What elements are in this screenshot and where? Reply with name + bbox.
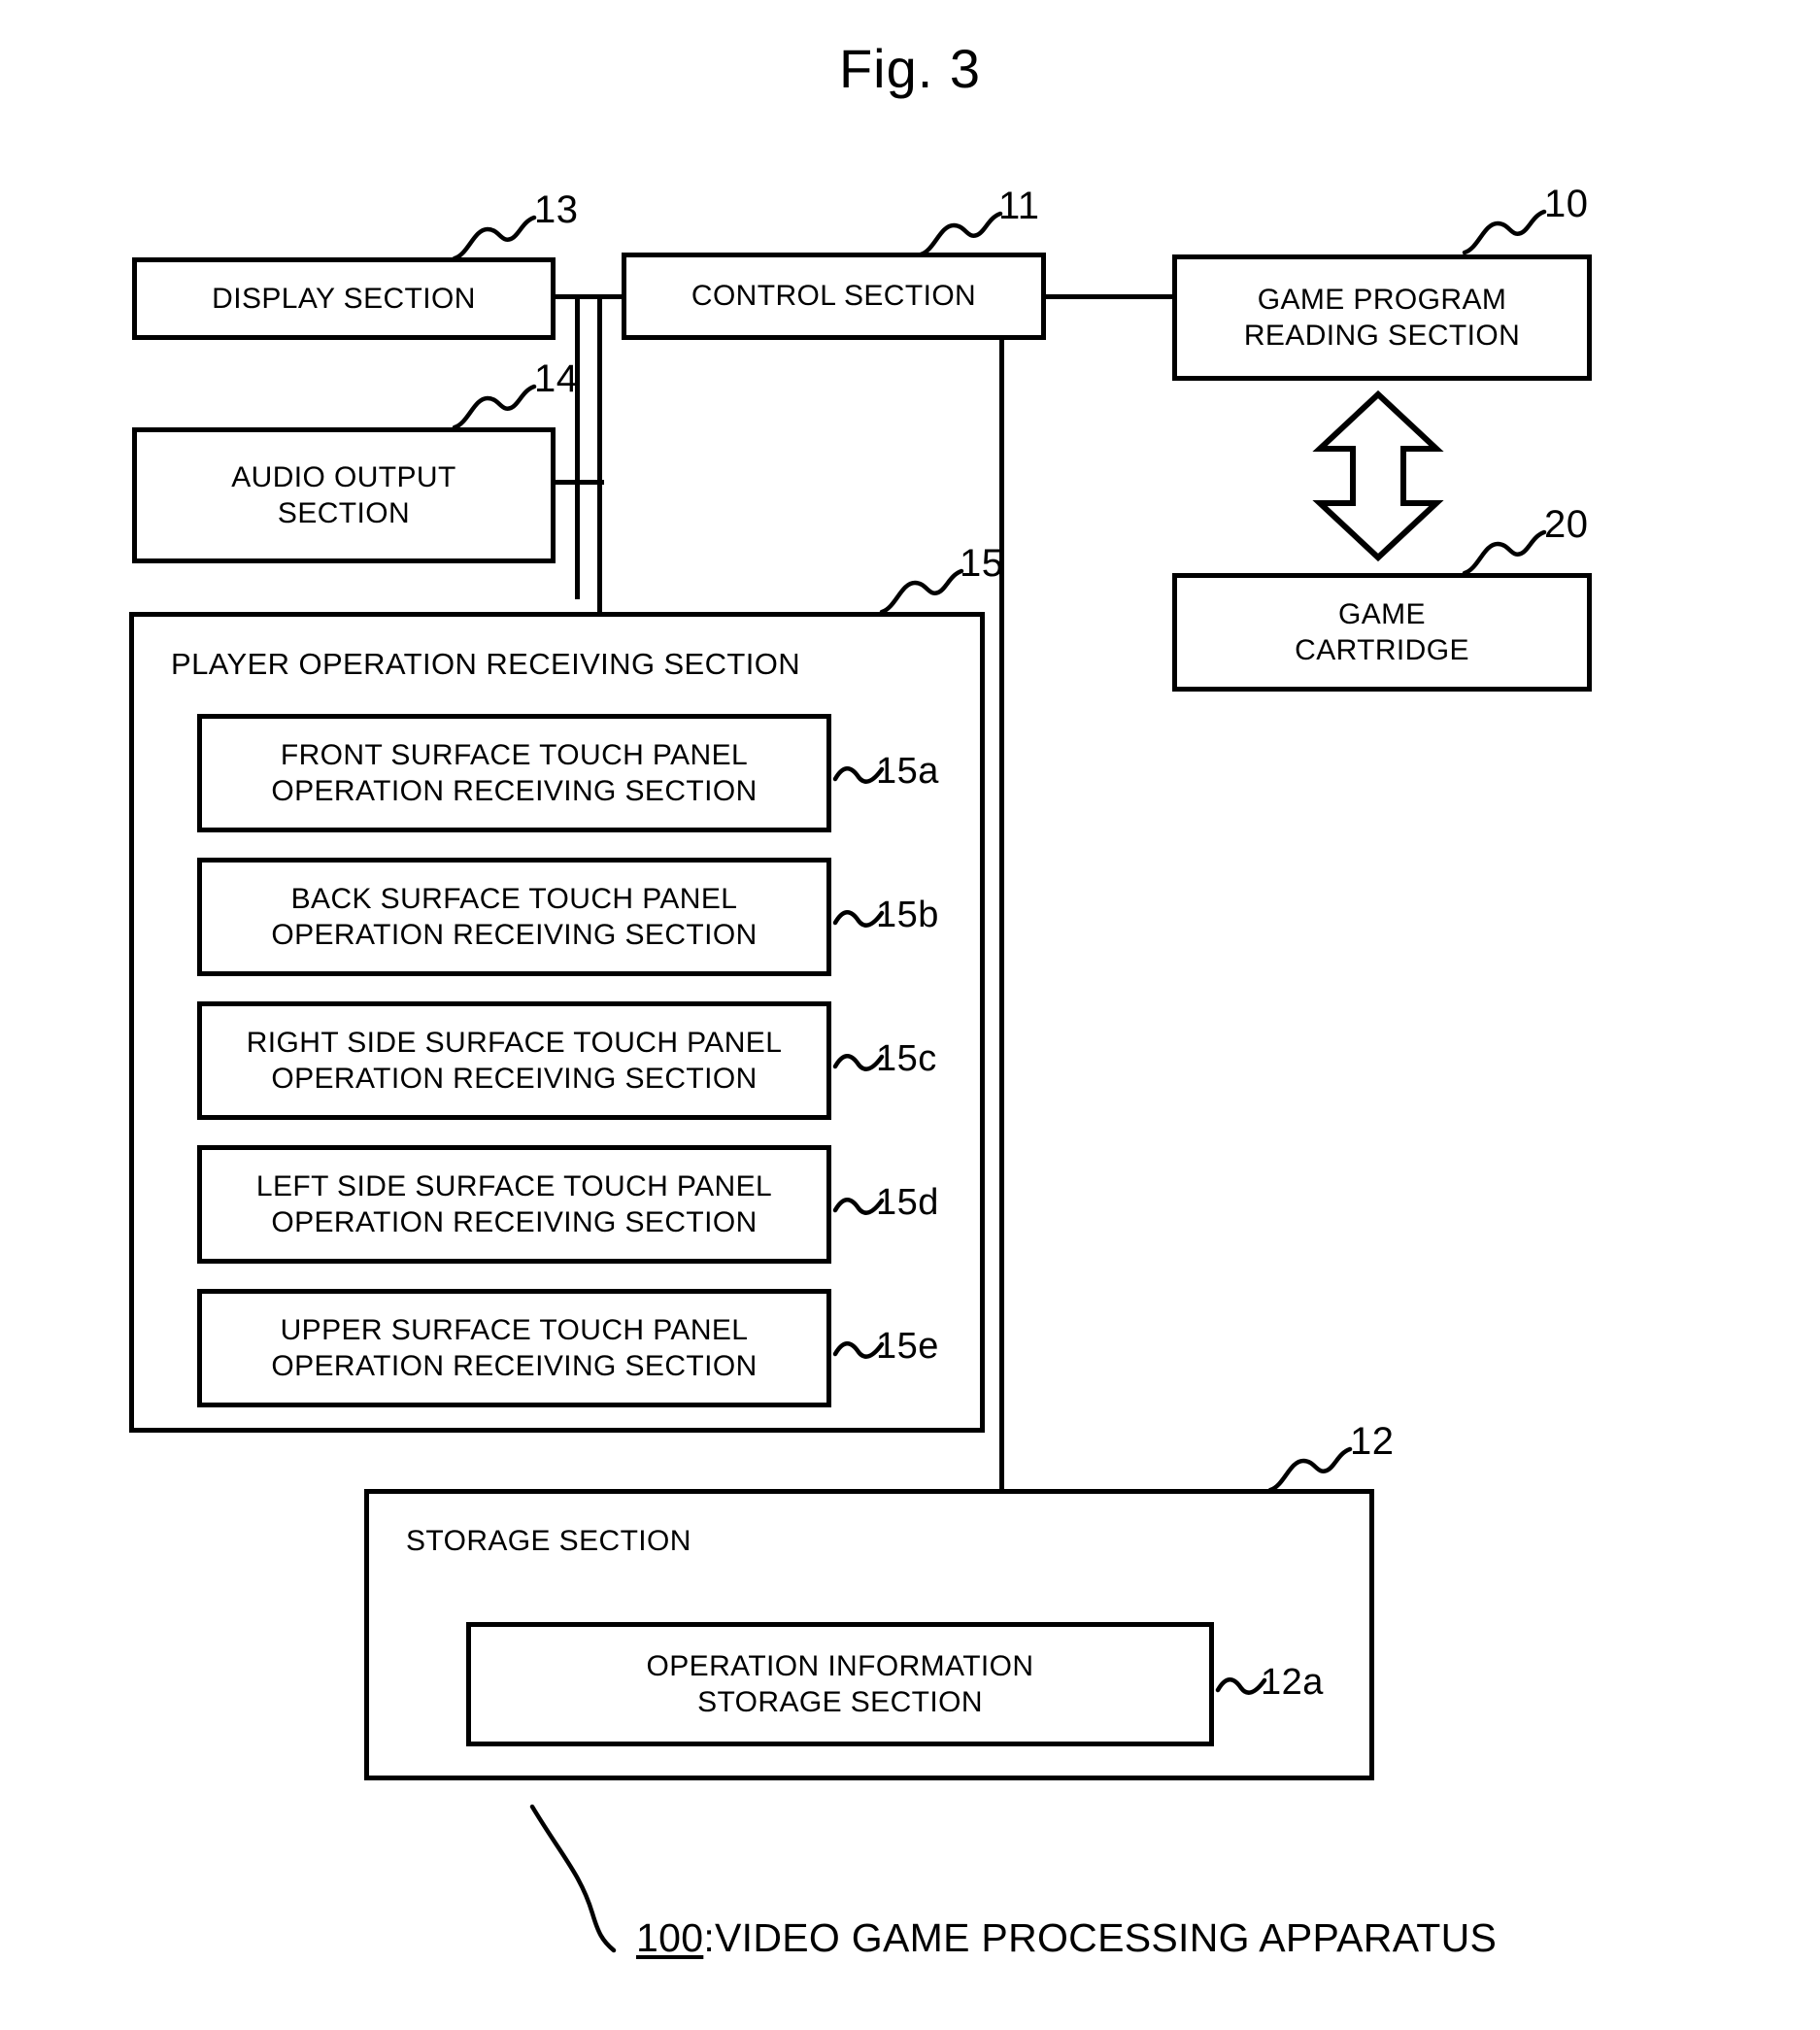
block-control-section[interactable]: CONTROL SECTION — [622, 253, 1046, 340]
block-display-section[interactable]: DISPLAY SECTION — [132, 257, 556, 340]
connector-display-bus-vertical — [575, 296, 580, 599]
ref-number-15c: 15c — [876, 1038, 937, 1079]
block-display-section-label: DISPLAY SECTION — [212, 282, 476, 315]
ref-number-12: 12 — [1350, 1420, 1395, 1463]
block-left-side-surface-touch-panel-section-label: LEFT SIDE SURFACE TOUCH PANEL OPERATION … — [255, 1169, 773, 1239]
connector-control-to-reading — [1044, 294, 1172, 299]
figure-caption-text: VIDEO GAME PROCESSING APPARATUS — [715, 1915, 1498, 1960]
block-game-cartridge[interactable]: GAME CARTRIDGE — [1172, 573, 1592, 692]
figure-canvas: Fig. 3 DISPLAY SECTION 13 CONTROL SECTIO… — [0, 0, 1820, 2030]
figure-title: Fig. 3 — [838, 38, 982, 99]
ref-number-15a: 15a — [876, 751, 939, 792]
connector-control-to-storage-vertical — [999, 340, 1004, 1489]
figure-caption-number: 100 — [636, 1915, 704, 1960]
block-storage-section-label: STORAGE SECTION — [406, 1525, 691, 1557]
bidirectional-arrow-icon — [1312, 389, 1444, 562]
figure-caption: 100:VIDEO GAME PROCESSING APPARATUS — [636, 1915, 1497, 1961]
block-game-cartridge-label: GAME CARTRIDGE — [1295, 597, 1469, 667]
block-right-side-surface-touch-panel-section-label: RIGHT SIDE SURFACE TOUCH PANEL OPERATION… — [246, 1026, 783, 1096]
ref-number-13: 13 — [534, 188, 579, 231]
block-upper-surface-touch-panel-section-label: UPPER SURFACE TOUCH PANEL OPERATION RECE… — [271, 1313, 758, 1383]
block-audio-output-section[interactable]: AUDIO OUTPUT SECTION — [132, 427, 556, 563]
block-back-surface-touch-panel-section-label: BACK SURFACE TOUCH PANEL OPERATION RECEI… — [271, 882, 758, 952]
ref-number-12a: 12a — [1261, 1662, 1324, 1703]
ref-number-15: 15 — [960, 542, 1004, 585]
ref-number-11: 11 — [998, 185, 1040, 227]
block-front-surface-touch-panel-section[interactable]: FRONT SURFACE TOUCH PANEL OPERATION RECE… — [197, 714, 831, 832]
ref-number-10: 10 — [1544, 183, 1589, 225]
ref-number-20: 20 — [1544, 503, 1589, 546]
block-back-surface-touch-panel-section[interactable]: BACK SURFACE TOUCH PANEL OPERATION RECEI… — [197, 858, 831, 976]
block-operation-information-storage-section[interactable]: OPERATION INFORMATION STORAGE SECTION — [466, 1622, 1214, 1746]
block-right-side-surface-touch-panel-section[interactable]: RIGHT SIDE SURFACE TOUCH PANEL OPERATION… — [197, 1001, 831, 1120]
block-operation-information-storage-section-label: OPERATION INFORMATION STORAGE SECTION — [646, 1649, 1034, 1719]
figure-caption-separator: : — [703, 1915, 716, 1960]
block-audio-output-section-label: AUDIO OUTPUT SECTION — [231, 460, 456, 530]
ref-number-15b: 15b — [876, 895, 939, 935]
ref-number-15d: 15d — [876, 1182, 939, 1223]
connector-player-op-bus-vertical — [597, 294, 602, 615]
block-left-side-surface-touch-panel-section[interactable]: LEFT SIDE SURFACE TOUCH PANEL OPERATION … — [197, 1145, 831, 1264]
block-control-section-label: CONTROL SECTION — [691, 280, 977, 313]
ref-number-15e: 15e — [876, 1326, 939, 1367]
block-game-program-reading-section-label: GAME PROGRAM READING SECTION — [1243, 283, 1521, 353]
block-player-operation-receiving-section-label: PLAYER OPERATION RECEIVING SECTION — [171, 647, 801, 681]
block-game-program-reading-section[interactable]: GAME PROGRAM READING SECTION — [1172, 254, 1592, 381]
block-upper-surface-touch-panel-section[interactable]: UPPER SURFACE TOUCH PANEL OPERATION RECE… — [197, 1289, 831, 1407]
block-front-surface-touch-panel-section-label: FRONT SURFACE TOUCH PANEL OPERATION RECE… — [271, 738, 758, 808]
ref-number-14: 14 — [534, 357, 579, 400]
